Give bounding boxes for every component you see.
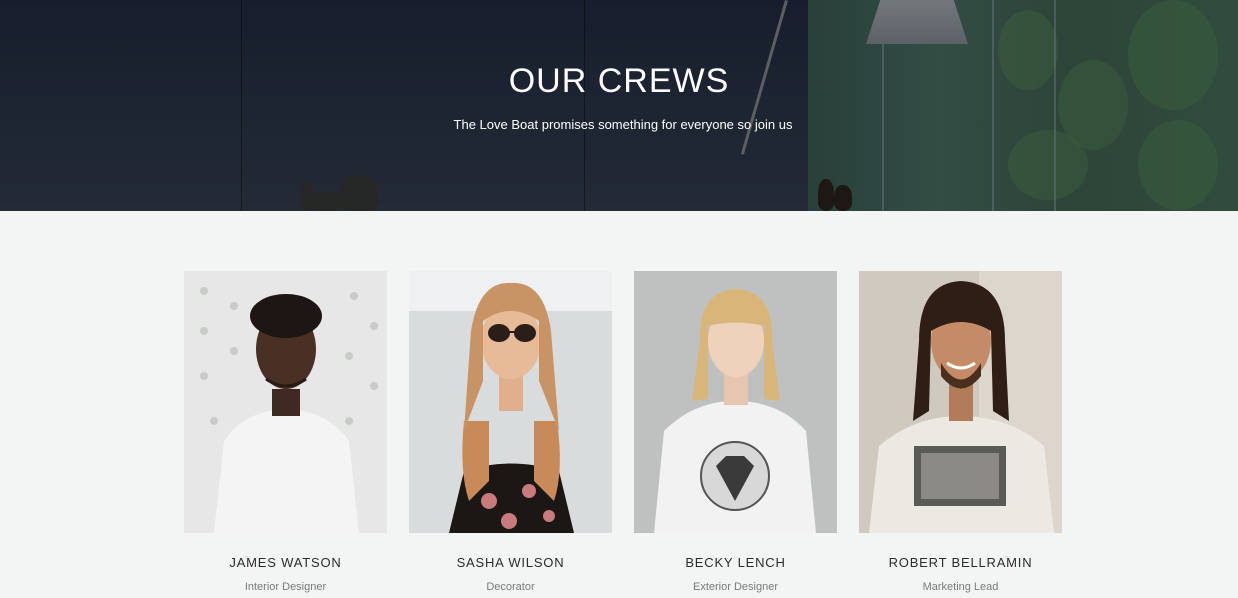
crew-role: Exterior Designer	[693, 581, 778, 593]
page-title: OUR CREWS	[508, 62, 730, 100]
person-photo-icon	[859, 271, 1062, 533]
crew-photo[interactable]	[184, 271, 387, 533]
crew-card[interactable]: JAMES WATSON Interior Designer	[184, 271, 387, 593]
person-photo-icon	[409, 271, 612, 533]
page-subtitle: The Love Boat promises something for eve…	[453, 117, 793, 132]
crew-role: Interior Designer	[244, 581, 327, 593]
crew-grid: JAMES WATSON Interior Designer SASHA WIL…	[184, 271, 1062, 598]
crew-photo[interactable]	[634, 271, 837, 533]
crew-photo[interactable]	[859, 271, 1062, 533]
person-photo-icon	[184, 271, 387, 533]
crew-role: Marketing Lead	[922, 581, 999, 593]
crew-role: Decorator	[486, 581, 535, 593]
crew-name: BECKY LENCH	[685, 555, 786, 570]
crew-name: ROBERT BELLRAMIN	[888, 555, 1033, 570]
person-photo-icon	[634, 271, 837, 533]
crew-name: JAMES WATSON	[229, 555, 342, 570]
crew-card[interactable]: ROBERT BELLRAMIN Marketing Lead	[859, 271, 1062, 593]
crew-photo[interactable]	[409, 271, 612, 533]
crew-name: SASHA WILSON	[456, 555, 565, 570]
crew-card[interactable]: SASHA WILSON Decorator	[409, 271, 612, 593]
crew-card[interactable]: BECKY LENCH Exterior Designer	[634, 271, 837, 593]
hero-banner: OUR CREWS The Love Boat promises somethi…	[0, 0, 1238, 211]
